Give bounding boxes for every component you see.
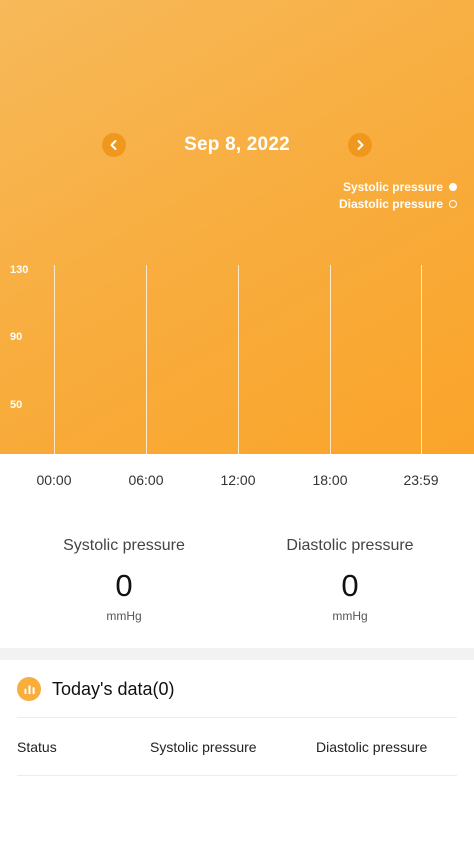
x-tick-label: 00:00 <box>36 472 72 488</box>
grid-line <box>54 265 55 454</box>
systolic-value: 0 <box>115 568 133 603</box>
chart-legend: Systolic pressure Diastolic pressure <box>339 178 457 212</box>
x-tick-label: 23:59 <box>403 472 439 488</box>
x-tick-label: 06:00 <box>128 472 164 488</box>
next-day-button[interactable] <box>348 133 372 157</box>
legend-systolic-label: Systolic pressure <box>342 179 443 194</box>
chevron-right-icon <box>357 140 364 150</box>
x-tick-label: 18:00 <box>312 472 348 488</box>
section-divider <box>0 648 474 660</box>
grid-line <box>146 265 147 454</box>
diastolic-value: 0 <box>341 568 359 603</box>
chart-panel: Sep 8, 2022 Systolic pressure Diastolic … <box>0 0 474 454</box>
systolic-summary: Systolic pressure 0 mmHg <box>24 537 224 623</box>
date-selector: Sep 8, 2022 <box>0 130 474 160</box>
current-date: Sep 8, 2022 <box>184 134 290 155</box>
today-title: Today's data(0) <box>52 678 175 699</box>
legend-diastolic: Diastolic pressure <box>339 195 457 212</box>
today-header: Today's data(0) <box>17 676 175 702</box>
diastolic-summary: Diastolic pressure 0 mmHg <box>250 537 450 623</box>
y-tick-label: 90 <box>10 331 23 343</box>
y-tick-label: 50 <box>10 399 23 411</box>
column-header-diastolic: Diastolic pressure <box>316 739 428 755</box>
column-header-systolic: Systolic pressure <box>150 739 257 755</box>
systolic-unit: mmHg <box>106 609 142 623</box>
hollow-dot-icon <box>449 199 457 208</box>
legend-systolic: Systolic pressure <box>339 178 457 195</box>
grid-line <box>238 265 239 454</box>
legend-diastolic-label: Diastolic pressure <box>338 196 443 211</box>
bar-chart-icon <box>17 677 41 701</box>
table-divider <box>17 717 457 718</box>
diastolic-title: Diastolic pressure <box>286 537 414 554</box>
grid-line <box>421 265 422 454</box>
y-tick-label: 130 <box>10 264 29 276</box>
x-tick-label: 12:00 <box>220 472 256 488</box>
grid-line <box>330 265 331 454</box>
table-divider <box>17 775 457 776</box>
systolic-title: Systolic pressure <box>63 537 185 554</box>
filled-dot-icon <box>449 182 457 191</box>
column-header-status: Status <box>17 739 57 755</box>
diastolic-unit: mmHg <box>332 609 368 623</box>
